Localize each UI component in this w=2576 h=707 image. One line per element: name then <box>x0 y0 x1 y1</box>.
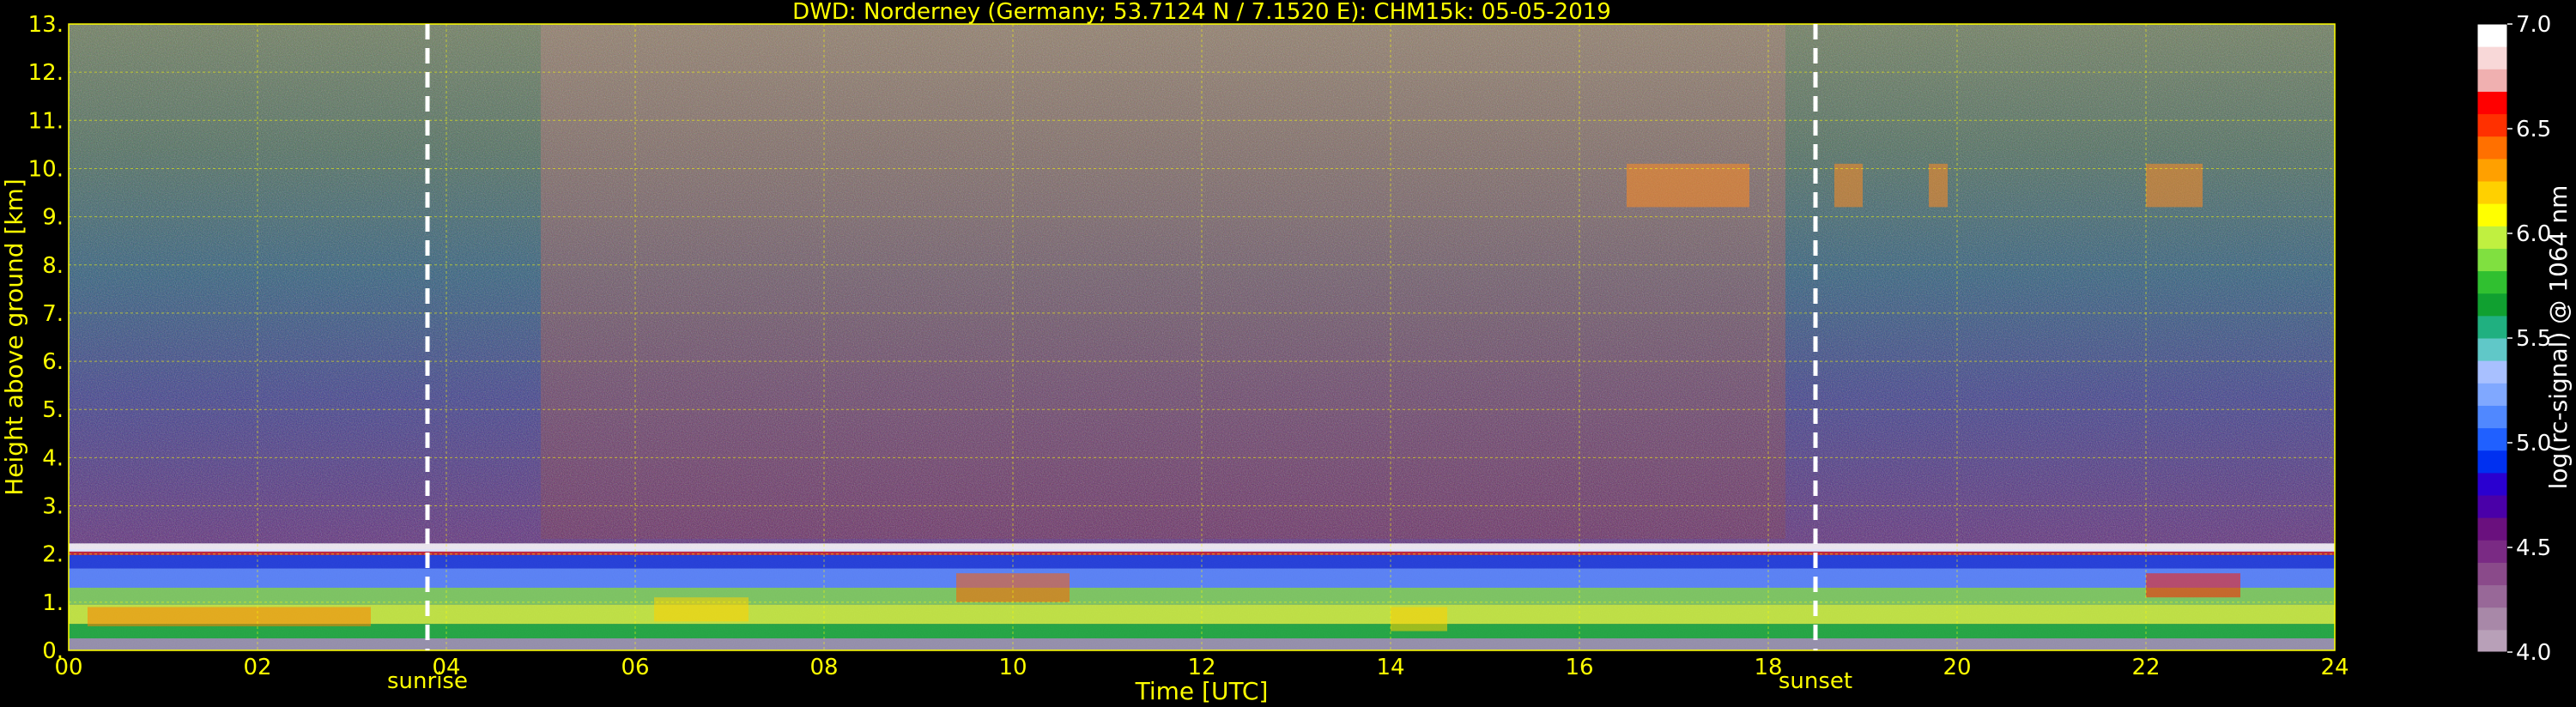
colorbar-segment <box>2477 450 2507 474</box>
colorbar-segment <box>2477 69 2507 92</box>
colorbar-segment <box>2477 360 2507 384</box>
x-axis-label: Time [UTC] <box>1135 677 1269 705</box>
colorbar-segment <box>2477 405 2507 429</box>
y-tick-labels: 0. 1. 2. 3. 4. 5. 6. 7. 8. 9. 10. 11. 12. 13. <box>28 12 64 664</box>
x-tick-label: 24 <box>2320 655 2349 680</box>
colorbar-segment <box>2477 562 2507 586</box>
colorbar-tick-label: 7.0 <box>2516 12 2551 38</box>
colorbar-segment <box>2477 427 2507 451</box>
y-tick-label: 4. <box>42 445 64 471</box>
x-tick-label: 04 <box>432 655 460 680</box>
chart-title: DWD: Norderney (Germany; 53.7124 N / 7.1… <box>792 0 1611 25</box>
y-tick-label: 2. <box>42 542 64 568</box>
y-tick-label: 1. <box>42 590 64 616</box>
y-tick-label: 9. <box>42 205 64 231</box>
colorbar-segment <box>2477 136 2507 160</box>
x-tick-label: 12 <box>1187 655 1215 680</box>
y-tick-label: 7. <box>42 301 64 327</box>
colorbar-segment <box>2477 181 2507 204</box>
event-label-sunset: sunset <box>1779 668 1852 694</box>
x-tick-label: 14 <box>1376 655 1404 680</box>
colorbar-segment <box>2477 383 2507 406</box>
boundary-layer-band <box>69 624 2335 638</box>
colorbar-tick-label: 6.5 <box>2516 117 2551 142</box>
y-tick-label: 13. <box>28 12 64 38</box>
colorbar-segment <box>2477 472 2507 496</box>
plot-area <box>69 24 2335 650</box>
x-tick-label: 20 <box>1943 655 1971 680</box>
boundary-layer-streak <box>88 607 371 626</box>
colorbar-segment <box>2477 24 2507 47</box>
x-tick-label: 02 <box>243 655 271 680</box>
colorbar-segment <box>2477 293 2507 317</box>
x-tick-label: 06 <box>621 655 649 680</box>
colorbar-segment <box>2477 203 2507 227</box>
colorbar-segment <box>2477 158 2507 182</box>
colorbar-tick-label: 4.5 <box>2516 535 2551 561</box>
y-tick-label: 12. <box>28 60 64 86</box>
x-tick-label: 22 <box>2131 655 2160 680</box>
colorbar-segment <box>2477 607 2507 631</box>
x-tick-label: 18 <box>1754 655 1782 680</box>
colorbar-segment <box>2477 315 2507 339</box>
colorbar-label: log(rc-signal) @ 1064 nm <box>2544 185 2573 490</box>
ceilometer-figure: sunrise sunset DWD: Norderney (Germany; 5… <box>0 0 2573 705</box>
y-tick-label: 3. <box>42 494 64 520</box>
colorbar-segment <box>2477 113 2507 137</box>
y-tick-label: 8. <box>42 253 64 279</box>
colorbar-tick-label: 4.0 <box>2516 640 2551 666</box>
y-tick-label: 10. <box>28 156 64 182</box>
y-tick-label: 0. <box>42 638 64 664</box>
boundary-layer-streak <box>1391 607 1447 631</box>
y-tick-label: 6. <box>42 349 64 375</box>
colorbar <box>2476 23 2508 653</box>
colorbar-segment <box>2477 517 2507 541</box>
x-tick-label: 08 <box>809 655 838 680</box>
high-cloud <box>1627 163 1749 208</box>
high-cloud <box>1834 163 1863 208</box>
colorbar-segment <box>2477 270 2507 294</box>
x-tick-label: 16 <box>1565 655 1593 680</box>
colorbar-segment <box>2477 91 2507 115</box>
x-tick-label: 10 <box>998 655 1027 680</box>
colorbar-segment <box>2477 584 2507 608</box>
high-cloud <box>2146 163 2203 208</box>
boundary-layer-streak <box>2146 573 2240 598</box>
y-axis-label: Height above ground [km] <box>0 178 28 496</box>
high-cloud <box>1929 163 1948 208</box>
colorbar-segment <box>2477 46 2507 69</box>
colorbar-segment <box>2477 540 2507 563</box>
colorbar-segment <box>2477 338 2507 361</box>
y-tick-label: 11. <box>28 108 64 134</box>
boundary-layer-streak <box>654 597 749 622</box>
colorbar-segment <box>2477 226 2507 249</box>
colorbar-segment <box>2477 629 2507 653</box>
colorbar-segment <box>2477 248 2507 272</box>
colorbar-segment <box>2477 495 2507 518</box>
y-tick-label: 5. <box>42 397 64 423</box>
